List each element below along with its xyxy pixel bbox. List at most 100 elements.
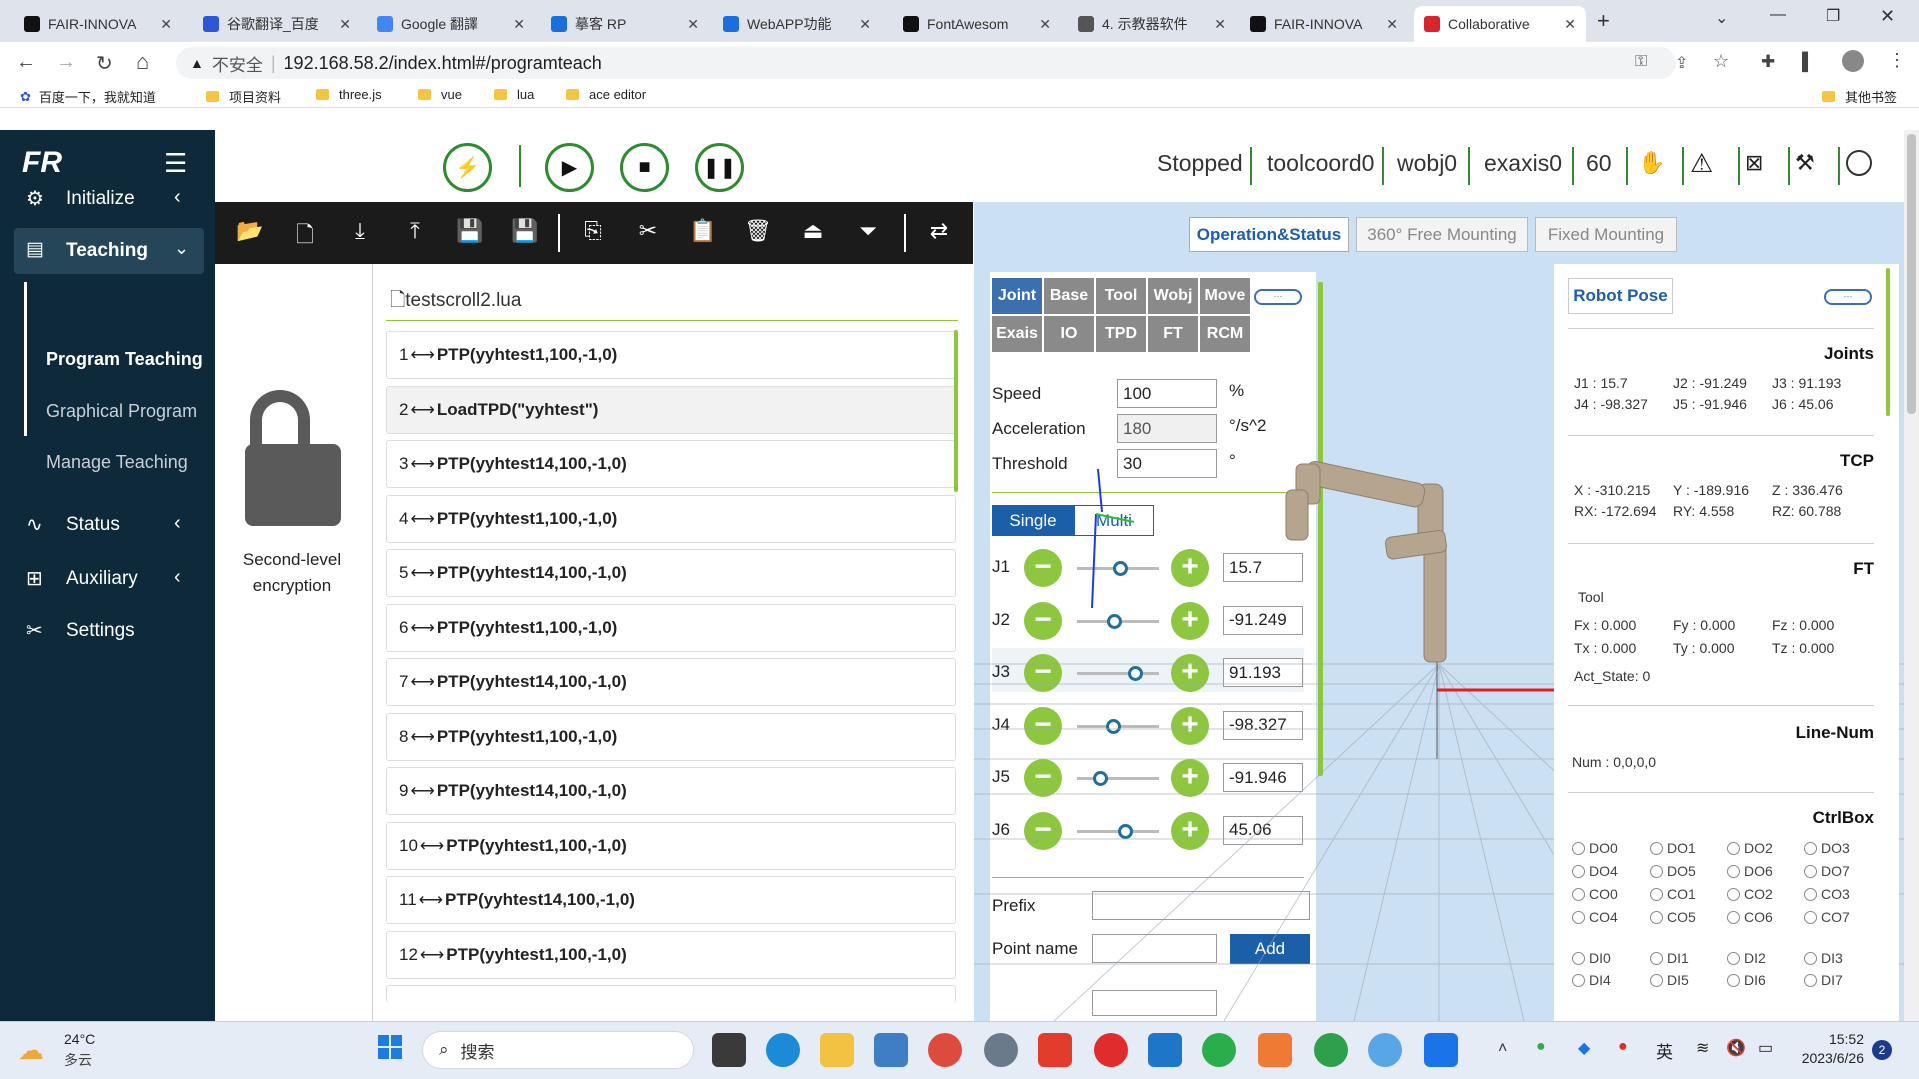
mail-icon[interactable]	[874, 1033, 908, 1067]
save-icon[interactable]: 💾	[455, 218, 485, 244]
io-radio-di[interactable]: DI1	[1650, 950, 1689, 966]
program-line[interactable]: 2 ⟷ LoadTPD("yyhtest")	[386, 385, 956, 434]
tab-close-icon[interactable]: ✕	[160, 16, 172, 33]
program-line[interactable]: 12 ⟷ PTP(yyhtest1,100,-1,0)	[386, 930, 956, 979]
window-close-icon[interactable]: ✕	[1880, 6, 1895, 27]
upload-icon[interactable]: ⤒	[400, 218, 430, 244]
tab-close-icon[interactable]: ✕	[1039, 16, 1051, 33]
program-line[interactable]: 6 ⟷ PTP(yyhtest1,100,-1,0)	[386, 603, 956, 652]
stop-button[interactable]: ■	[620, 143, 669, 192]
browser-tab[interactable]: 谷歌翻译_百度 ✕	[193, 6, 361, 42]
share-icon[interactable]: ⇪	[1675, 53, 1688, 73]
home-icon[interactable]: ⌂	[136, 49, 149, 75]
weather-icon[interactable]: ☁	[18, 1035, 44, 1066]
new-tab-button[interactable]: +	[1597, 8, 1610, 34]
io-radio-do[interactable]: DO1	[1650, 840, 1696, 856]
wps-icon[interactable]	[1038, 1033, 1072, 1067]
vscode-icon[interactable]	[1148, 1033, 1182, 1067]
hamburger-icon[interactable]: ☰	[164, 148, 187, 179]
sidebar-item-status[interactable]: ∿ Status ‹	[0, 504, 215, 548]
sidebar-sub-graphical-program[interactable]: Graphical Program	[46, 401, 197, 422]
paste-icon[interactable]: 📋	[688, 218, 718, 244]
hand-icon[interactable]: ✋	[1638, 150, 1665, 176]
program-line[interactable]: 10 ⟷ PTP(yyhtest1,100,-1,0)	[386, 821, 956, 870]
app-icon[interactable]	[1258, 1033, 1292, 1067]
tray-music-icon[interactable]: ●	[1618, 1038, 1628, 1056]
program-line[interactable]: 9 ⟷ PTP(yyhtest14,100,-1,0)	[386, 767, 956, 815]
user-icon[interactable]	[1846, 150, 1872, 176]
sidebar-item-teaching[interactable]: ▤ Teaching ⌄	[14, 228, 204, 274]
back-icon[interactable]: ←	[16, 51, 36, 74]
io-radio-di[interactable]: DI7	[1804, 972, 1843, 988]
browser-tab[interactable]: Collaborative ✕	[1414, 6, 1586, 42]
tab-close-icon[interactable]: ✕	[339, 16, 351, 33]
move-down-icon[interactable]: ⏷	[853, 218, 883, 244]
bookmark-folder[interactable]: three.js	[316, 87, 382, 102]
bookmark-folder[interactable]: lua	[494, 87, 534, 102]
clock-time[interactable]: 15:52	[1804, 1031, 1864, 1047]
settings-app-icon[interactable]	[984, 1033, 1018, 1067]
pose-toggle-icon[interactable]: ···	[1824, 289, 1872, 305]
speed-status[interactable]: 60	[1586, 150, 1612, 177]
start-button[interactable]: ▶	[545, 143, 594, 192]
pause-button[interactable]: ❚❚	[695, 143, 744, 192]
program-line-partial[interactable]	[386, 985, 956, 1003]
globe-app-icon[interactable]	[1368, 1033, 1402, 1067]
tab-close-icon[interactable]: ✕	[1214, 16, 1226, 33]
io-radio-di[interactable]: DI3	[1804, 950, 1843, 966]
io-radio-di[interactable]: DI2	[1727, 950, 1766, 966]
switch-icon[interactable]: ⇄	[924, 218, 954, 244]
copy-icon[interactable]: ⎘	[578, 218, 608, 244]
new-file-icon[interactable]: 🗋	[290, 218, 320, 256]
io-radio-do[interactable]: DO4	[1572, 863, 1618, 879]
browser-tab[interactable]: 4. 示教器软件 ✕	[1068, 6, 1236, 42]
notification-badge[interactable]: 2	[1872, 1040, 1892, 1060]
cut-icon[interactable]: ✂	[633, 218, 663, 244]
io-radio-do[interactable]: DO5	[1650, 863, 1696, 879]
tab-close-icon[interactable]: ✕	[1564, 16, 1576, 33]
reload-icon[interactable]: ↻	[96, 51, 113, 76]
exaxis-status[interactable]: exaxis0	[1484, 150, 1562, 177]
profile-avatar[interactable]	[1842, 50, 1864, 72]
delete-icon[interactable]: 🗑	[743, 218, 773, 244]
minimize-icon[interactable]: —	[1770, 6, 1786, 24]
chrome-alt-icon[interactable]	[1314, 1033, 1348, 1067]
tab-close-icon[interactable]: ✕	[687, 16, 699, 33]
tab-free-mounting[interactable]: 360° Free Mounting	[1356, 217, 1528, 252]
move-up-icon[interactable]: ⏏	[798, 218, 828, 244]
browser-tab[interactable]: FontAwesom ✕	[893, 6, 1061, 42]
io-radio-co[interactable]: CO0	[1572, 886, 1618, 902]
tab-fixed-mounting[interactable]: Fixed Mounting	[1535, 217, 1677, 252]
browser-tab[interactable]: FAIR-INNOVA ✕	[14, 6, 182, 42]
clock-date[interactable]: 2023/6/26	[1796, 1050, 1864, 1066]
browser-menu-icon[interactable]: ⋮	[1888, 50, 1906, 71]
wifi-icon[interactable]: ≋	[1696, 1038, 1709, 1058]
io-radio-co[interactable]: CO2	[1727, 886, 1773, 902]
io-radio-do[interactable]: DO2	[1727, 840, 1773, 856]
bookmark-baidu[interactable]: ✿ 百度一下，我就知道	[20, 87, 156, 106]
io-radio-do[interactable]: DO3	[1804, 840, 1850, 856]
tab-search-icon[interactable]: ⌄	[1715, 8, 1728, 28]
program-line[interactable]: 8 ⟷ PTP(yyhtest1,100,-1,0)	[386, 712, 956, 761]
sidepanel-icon[interactable]: ▌	[1802, 52, 1814, 72]
bookmark-folder[interactable]: 项目资料	[206, 87, 281, 106]
sidebar-sub-manage-teaching[interactable]: Manage Teaching	[46, 452, 188, 473]
program-line[interactable]: 5 ⟷ PTP(yyhtest14,100,-1,0)	[386, 549, 956, 597]
browser-tab[interactable]: FAIR-INNOVA ✕	[1240, 6, 1408, 42]
ime-indicator[interactable]: 英	[1656, 1038, 1673, 1063]
io-radio-co[interactable]: CO3	[1804, 886, 1850, 902]
feishu-icon[interactable]	[1424, 1033, 1458, 1067]
browser-tab[interactable]: WebAPP功能 ✕	[713, 6, 881, 42]
save-as-icon[interactable]: 💾	[510, 218, 540, 244]
tray-wechat-icon[interactable]: ●	[1536, 1038, 1546, 1056]
tray-up-icon[interactable]: ˄	[1498, 1040, 1507, 1058]
io-radio-di[interactable]: DI6	[1727, 972, 1766, 988]
program-line[interactable]: 1 ⟷ PTP(yyhtest1,100,-1,0)	[386, 331, 956, 379]
io-radio-di[interactable]: DI0	[1572, 950, 1611, 966]
edge-icon[interactable]	[766, 1033, 800, 1067]
volume-icon[interactable]: 🔇	[1726, 1038, 1746, 1058]
program-line[interactable]: 11 ⟷ PTP(yyhtest14,100,-1,0)	[386, 876, 956, 924]
enable-button[interactable]: ⚡	[443, 143, 492, 192]
key-icon[interactable]: ⚿	[1635, 53, 1647, 71]
extensions-icon[interactable]: ✚	[1761, 52, 1775, 72]
